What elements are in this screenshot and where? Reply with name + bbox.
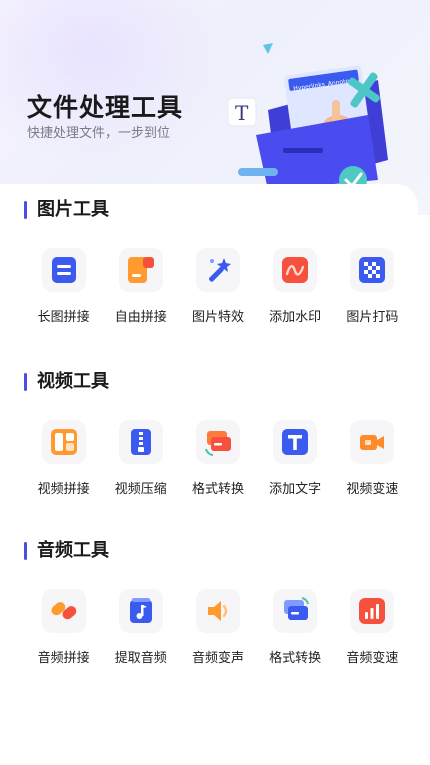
tool-label: 格式转换	[191, 482, 244, 497]
format-convert-icon	[204, 431, 231, 456]
page-title: 文件处理工具	[27, 93, 184, 122]
audio-tools-row: 音频拼接 提取音频 音频变声 格式转换 音频变速	[25, 589, 411, 669]
tool-long-image-stitch[interactable]: 长图拼接	[25, 248, 102, 328]
audio-stitch-icon	[51, 602, 76, 620]
tool-free-stitch[interactable]: 自由拼接	[102, 248, 179, 328]
tool-label: 图片打码	[346, 310, 399, 325]
text-T-icon	[282, 429, 309, 455]
tool-label: 添加文字	[269, 482, 322, 497]
speaker-icon	[207, 601, 228, 621]
tool-video-format-convert[interactable]: 格式转换	[179, 420, 256, 500]
header-banner: 文件处理工具 快捷处理文件，一步到位 Hyperlinks_Annotes T	[0, 0, 430, 215]
video-camera-icon	[360, 435, 385, 450]
tool-video-speed[interactable]: 视频变速	[334, 420, 411, 500]
tool-label: 音频变声	[191, 651, 244, 666]
tool-voice-changer[interactable]: 音频变声	[179, 589, 256, 669]
tool-label: 视频变速	[346, 482, 399, 497]
tool-video-stitch[interactable]: 视频拼接	[25, 420, 102, 500]
tool-label: 提取音频	[114, 651, 167, 666]
long-image-stitch-icon	[51, 257, 76, 283]
image-tools-row: 长图拼接 自由拼接 图片特效 添加水印 图片打码	[25, 248, 411, 328]
tool-audio-stitch[interactable]: 音频拼接	[25, 589, 102, 669]
tool-label: 添加水印	[269, 310, 322, 325]
section-title-image-tools: 图片工具	[24, 199, 109, 221]
tool-add-watermark[interactable]: 添加水印	[257, 248, 334, 328]
tool-label: 图片特效	[191, 310, 244, 325]
tool-label: 视频压缩	[114, 482, 167, 497]
video-stitch-icon	[50, 429, 77, 455]
section-title-video-tools: 视频工具	[24, 371, 109, 393]
tool-extract-audio[interactable]: 提取音频	[102, 589, 179, 669]
tool-label: 长图拼接	[37, 310, 90, 325]
tool-audio-speed[interactable]: 音频变速	[334, 589, 411, 669]
page-subtitle: 快捷处理文件，一步到位	[27, 126, 171, 141]
tool-image-effects[interactable]: 图片特效	[179, 248, 256, 328]
illustration-letter: T	[235, 101, 249, 125]
tool-audio-format-convert[interactable]: 格式转换	[257, 589, 334, 669]
watermark-icon	[282, 257, 309, 283]
free-stitch-icon	[127, 257, 154, 283]
video-tools-row: 视频拼接 视频压缩 格式转换 添加文字 视频变速	[25, 420, 411, 500]
folder-illustration-icon: Hyperlinks_Annotes T	[228, 43, 388, 190]
tool-label: 音频拼接	[37, 651, 90, 666]
magic-wand-icon	[209, 258, 231, 282]
music-note-icon	[129, 598, 152, 623]
tool-image-mosaic[interactable]: 图片打码	[334, 248, 411, 328]
tool-add-text[interactable]: 添加文字	[257, 420, 334, 500]
tool-label: 音频变速	[346, 651, 399, 666]
zip-compress-icon	[130, 429, 151, 455]
mosaic-icon	[359, 257, 386, 283]
format-convert-icon	[284, 597, 310, 620]
bar-chart-icon	[359, 598, 386, 624]
tool-label: 视频拼接	[37, 482, 90, 497]
tool-label: 格式转换	[269, 651, 322, 666]
tool-video-compress[interactable]: 视频压缩	[102, 420, 179, 500]
tool-label: 自由拼接	[114, 310, 167, 325]
section-title-audio-tools: 音频工具	[24, 540, 109, 562]
